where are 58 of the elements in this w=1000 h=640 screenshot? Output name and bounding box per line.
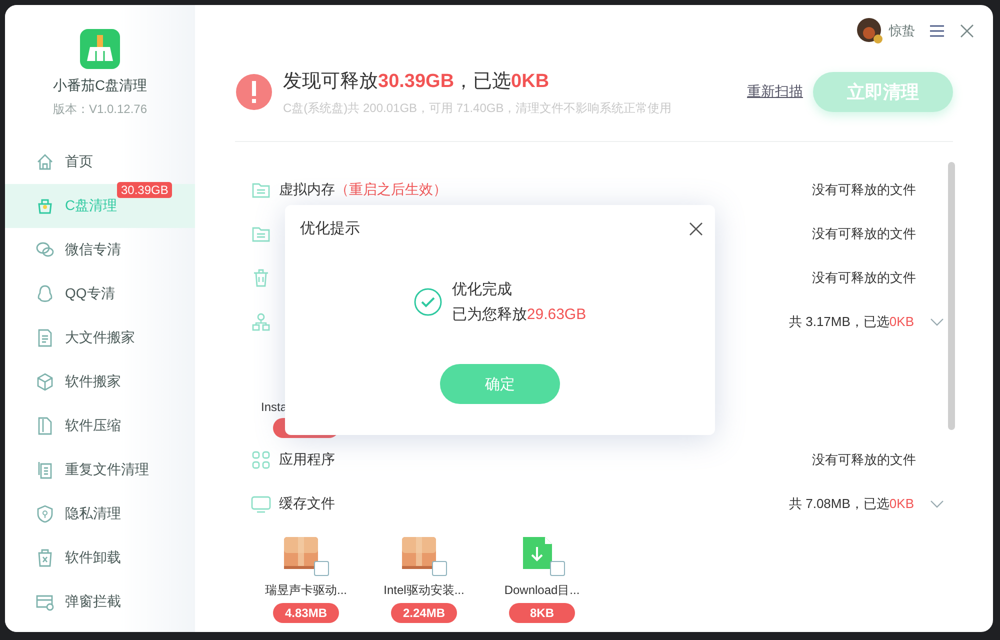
size-summary: 共 7.08MB，已选0KB	[789, 495, 914, 513]
category-label[interactable]: 应用程序	[279, 451, 335, 469]
sidebar-item[interactable]: QQ专清	[5, 272, 195, 316]
sidebar-item[interactable]: 首页	[5, 140, 195, 184]
disk-info: C盘(系统盘)共 200.01GB，可用 71.40GB，清理文件不影响系统正常使用	[283, 100, 673, 116]
user-name[interactable]: 惊蛰	[889, 22, 915, 40]
size-badge: 4.83MB	[273, 603, 339, 623]
size-badge: 8KB	[509, 603, 575, 623]
sidebar-item[interactable]: 隐私清理	[5, 492, 195, 536]
close-icon[interactable]	[959, 23, 975, 39]
penguin-icon	[35, 284, 55, 304]
package-icon	[283, 536, 319, 570]
checkbox[interactable]	[550, 561, 565, 576]
nodes-icon	[251, 312, 271, 332]
cube-icon	[35, 372, 55, 392]
scrollbar[interactable]	[948, 162, 955, 430]
warning-icon	[235, 73, 273, 111]
chevron-down-icon[interactable]	[930, 499, 944, 509]
check-circle-icon	[414, 288, 442, 316]
dialog-heading: 优化完成	[452, 280, 513, 299]
menu-icon[interactable]	[929, 23, 945, 39]
sidebar-item[interactable]: 软件搬家	[5, 360, 195, 404]
size-badge: 2.24MB	[391, 603, 457, 623]
close-icon[interactable]	[689, 222, 703, 236]
status-text: 没有可释放的文件	[812, 181, 916, 199]
sidebar-item[interactable]: 软件卸载	[5, 536, 195, 580]
sidebar-item[interactable]: 软件压缩	[5, 404, 195, 448]
sidebar-item[interactable]: 弹窗拦截	[5, 580, 195, 624]
summary-title: 发现可释放30.39GB，已选0KB	[283, 70, 550, 94]
home-icon	[35, 152, 55, 172]
avatar-icon	[857, 18, 883, 44]
sidebar-item[interactable]: 微信专清	[5, 228, 195, 272]
rescan-link[interactable]: 重新扫描	[747, 83, 803, 101]
chevron-down-icon[interactable]	[930, 317, 944, 327]
version-label: 版本：V1.0.12.76	[52, 101, 148, 118]
broom-logo-icon	[80, 29, 120, 69]
dialog-message: 已为您释放29.63GB	[452, 305, 586, 324]
size-summary: 共 3.17MB，已选0KB	[789, 313, 914, 331]
trash-icon	[251, 268, 271, 288]
dialog-title: 优化提示	[300, 219, 360, 238]
category-label[interactable]: 缓存文件	[279, 495, 335, 513]
app-name: 小番茄C盘清理	[52, 77, 148, 95]
status-text: 没有可释放的文件	[812, 451, 916, 469]
shield-icon	[35, 504, 55, 524]
sidebar-item[interactable]: 重复文件清理	[5, 448, 195, 492]
sidebar-item[interactable]: 大文件搬家	[5, 316, 195, 360]
status-text: 没有可释放的文件	[812, 225, 916, 243]
file-name: Intel驱动安装...	[384, 582, 464, 599]
status-text: 没有可释放的文件	[812, 269, 916, 287]
checkbox[interactable]	[314, 561, 329, 576]
checkbox[interactable]	[432, 561, 447, 576]
package-icon	[401, 536, 437, 570]
file-name: Download目...	[504, 582, 580, 599]
grid-icon	[251, 450, 271, 470]
category-label[interactable]: 虚拟内存（重启之后生效）	[279, 181, 447, 199]
monitor-icon	[251, 494, 271, 514]
file-name: 瑞昱声卡驱动...	[264, 582, 347, 599]
size-badge: 30.39GB	[117, 182, 172, 198]
